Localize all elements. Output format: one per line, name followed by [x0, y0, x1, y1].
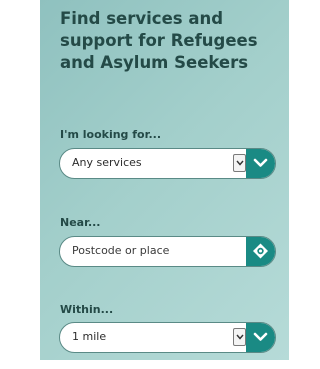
native-dropdown-arrow-icon[interactable]	[233, 328, 246, 346]
location-input[interactable]	[72, 237, 232, 265]
crosshair-location-icon	[253, 243, 268, 259]
chevron-down-icon	[253, 332, 268, 341]
native-dropdown-arrow-icon[interactable]	[233, 154, 246, 172]
service-label: I'm looking for...	[60, 128, 161, 141]
service-selected-value: Any services	[72, 156, 142, 169]
chevron-down-icon	[253, 158, 268, 167]
page-title: Find services and support for Refugees a…	[60, 9, 258, 72]
use-my-location-button[interactable]	[246, 237, 275, 266]
distance-select[interactable]: 1 mile	[59, 322, 276, 353]
service-dropdown-button[interactable]	[246, 149, 275, 178]
service-select[interactable]: Any services	[59, 148, 276, 179]
location-label: Near...	[60, 216, 101, 229]
location-field[interactable]	[59, 236, 276, 267]
distance-label: Within...	[60, 303, 114, 316]
distance-selected-value: 1 mile	[72, 330, 107, 343]
distance-dropdown-button[interactable]	[246, 323, 275, 352]
